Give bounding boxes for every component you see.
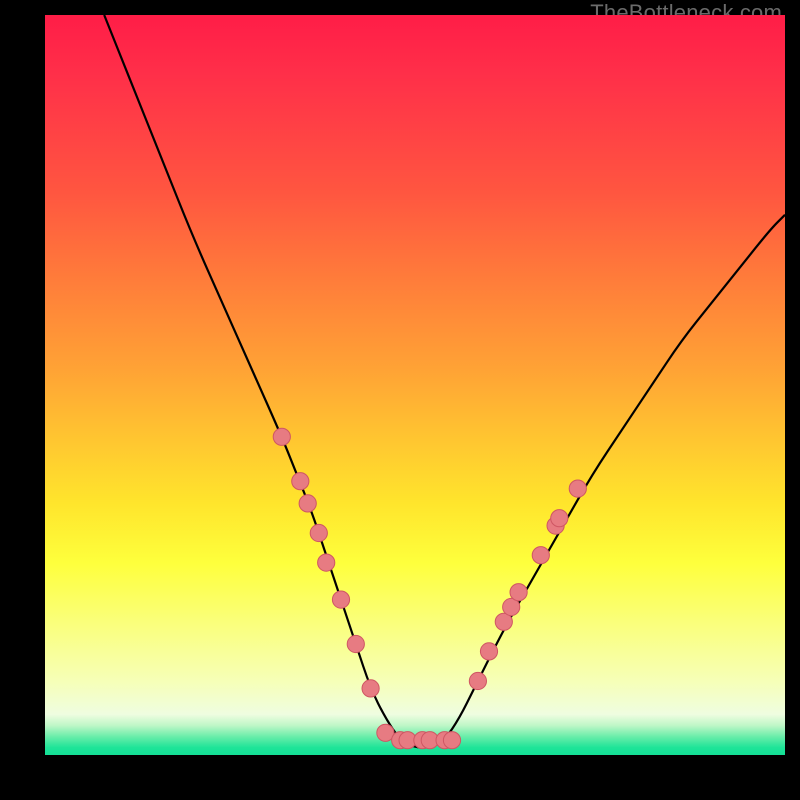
curve-svg [45, 15, 785, 755]
bottleneck-curve-path [104, 15, 785, 748]
data-marker [569, 480, 586, 497]
chart-frame: TheBottleneck.com [0, 0, 800, 800]
data-marker [510, 584, 527, 601]
data-marker [469, 672, 486, 689]
data-marker [443, 732, 460, 749]
data-marker [332, 591, 349, 608]
data-marker [532, 547, 549, 564]
data-marker [551, 510, 568, 527]
data-marker [480, 643, 497, 660]
plot-area [45, 15, 785, 755]
marker-group [273, 428, 586, 749]
data-marker [347, 635, 364, 652]
data-marker [362, 680, 379, 697]
data-marker [292, 473, 309, 490]
data-marker [310, 524, 327, 541]
curve-line [104, 15, 785, 748]
data-marker [299, 495, 316, 512]
data-marker [273, 428, 290, 445]
data-marker [318, 554, 335, 571]
